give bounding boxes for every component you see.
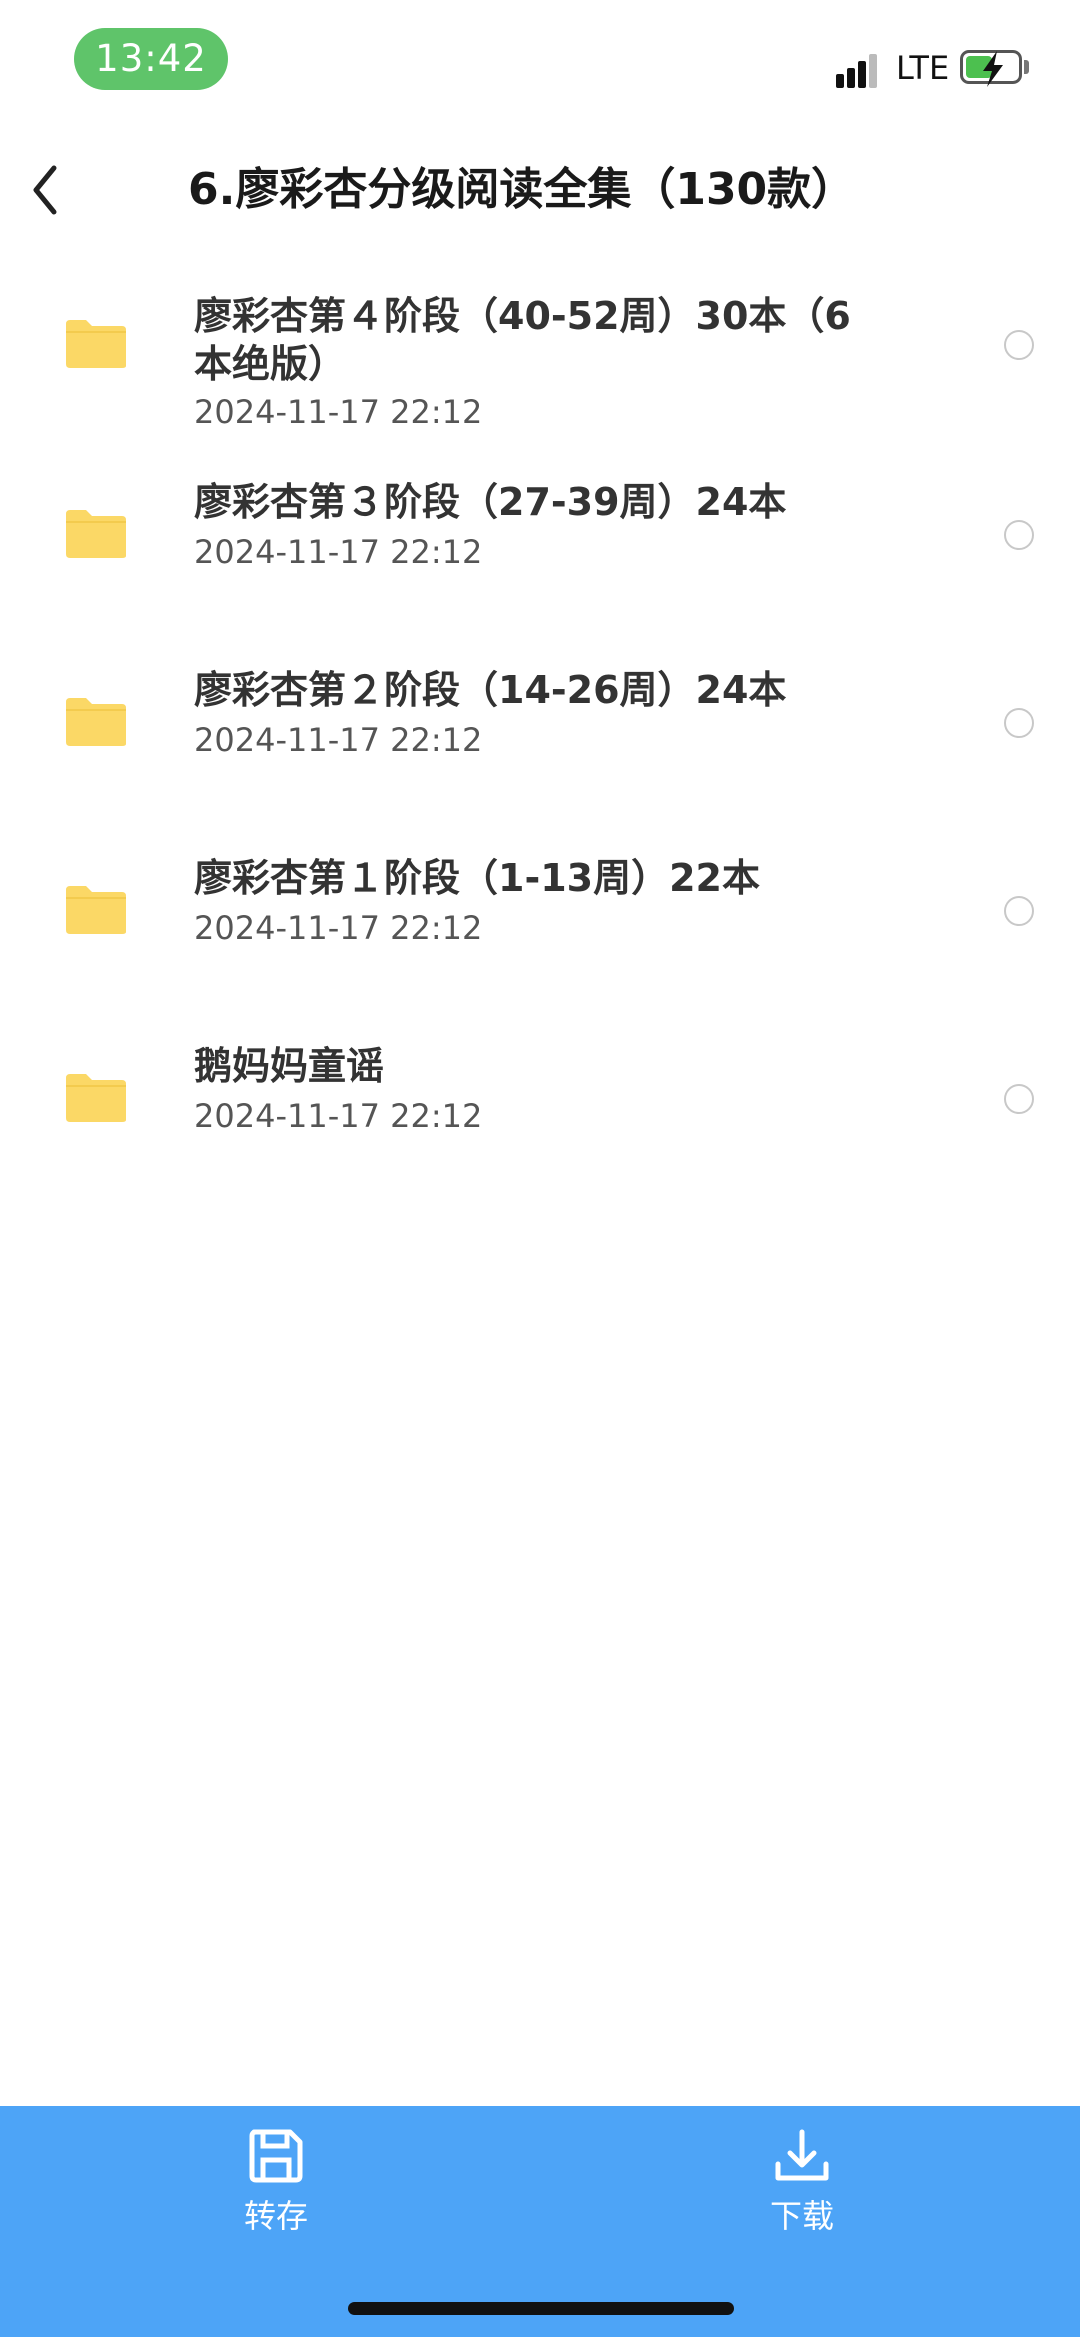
network-type: LTE	[896, 49, 950, 87]
save-disk-icon	[249, 2129, 303, 2183]
save-button[interactable]: 转存	[176, 2126, 376, 2266]
list-item[interactable]: 廖彩杏第２阶段（14-26周）24本 2024-11-17 22:12	[0, 658, 1080, 828]
save-label: 转存	[243, 2197, 308, 2235]
folder-icon	[66, 510, 126, 558]
download-icon	[775, 2129, 829, 2181]
battery-cap	[1024, 60, 1029, 74]
home-indicator[interactable]	[348, 2302, 734, 2315]
back-button[interactable]	[22, 154, 70, 224]
download-button[interactable]: 下载	[702, 2126, 902, 2266]
battery-icon	[960, 50, 1022, 87]
file-date: 2024-11-17 22:12	[194, 909, 483, 947]
select-radio[interactable]	[1004, 708, 1034, 738]
download-label: 下载	[769, 2197, 834, 2235]
list-item[interactable]: 廖彩杏第１阶段（1-13周）22本 2024-11-17 22:12	[0, 846, 1080, 1016]
chevron-left-icon	[33, 165, 57, 215]
folder-icon	[66, 698, 126, 746]
folder-icon	[66, 886, 126, 934]
status-time: 13:42	[74, 28, 228, 90]
page-title: 6.廖彩杏分级阅读全集（130款）	[188, 164, 856, 215]
select-radio[interactable]	[1004, 520, 1034, 550]
folder-icon	[66, 1074, 126, 1122]
file-name: 廖彩杏第１阶段（1-13周）22本	[194, 856, 760, 900]
list-item[interactable]: 廖彩杏第３阶段（27-39周）24本 2024-11-17 22:12	[0, 470, 1080, 640]
file-date: 2024-11-17 22:12	[194, 1097, 483, 1135]
file-name: 廖彩杏第４阶段（40-52周）30本（6本绝版）	[194, 294, 851, 386]
select-radio[interactable]	[1004, 330, 1034, 360]
signal-icon	[836, 52, 886, 88]
file-name: 廖彩杏第３阶段（27-39周）24本	[194, 480, 787, 524]
file-name: 廖彩杏第２阶段（14-26周）24本	[194, 668, 787, 712]
list-item[interactable]: 廖彩杏第４阶段（40-52周）30本（6本绝版） 2024-11-17 22:1…	[0, 280, 1080, 450]
select-radio[interactable]	[1004, 896, 1034, 926]
file-name: 鹅妈妈童谣	[194, 1044, 385, 1088]
bottom-toolbar: 转存 下载	[0, 2106, 1080, 2337]
file-date: 2024-11-17 22:12	[194, 721, 483, 759]
file-date: 2024-11-17 22:12	[194, 393, 483, 431]
list-item[interactable]: 鹅妈妈童谣 2024-11-17 22:12	[0, 1034, 1080, 1204]
select-radio[interactable]	[1004, 1084, 1034, 1114]
nav-bar: 6.廖彩杏分级阅读全集（130款）	[0, 140, 1080, 240]
status-bar: 13:42 LTE	[0, 0, 1080, 120]
folder-icon	[66, 320, 126, 368]
file-date: 2024-11-17 22:12	[194, 533, 483, 571]
